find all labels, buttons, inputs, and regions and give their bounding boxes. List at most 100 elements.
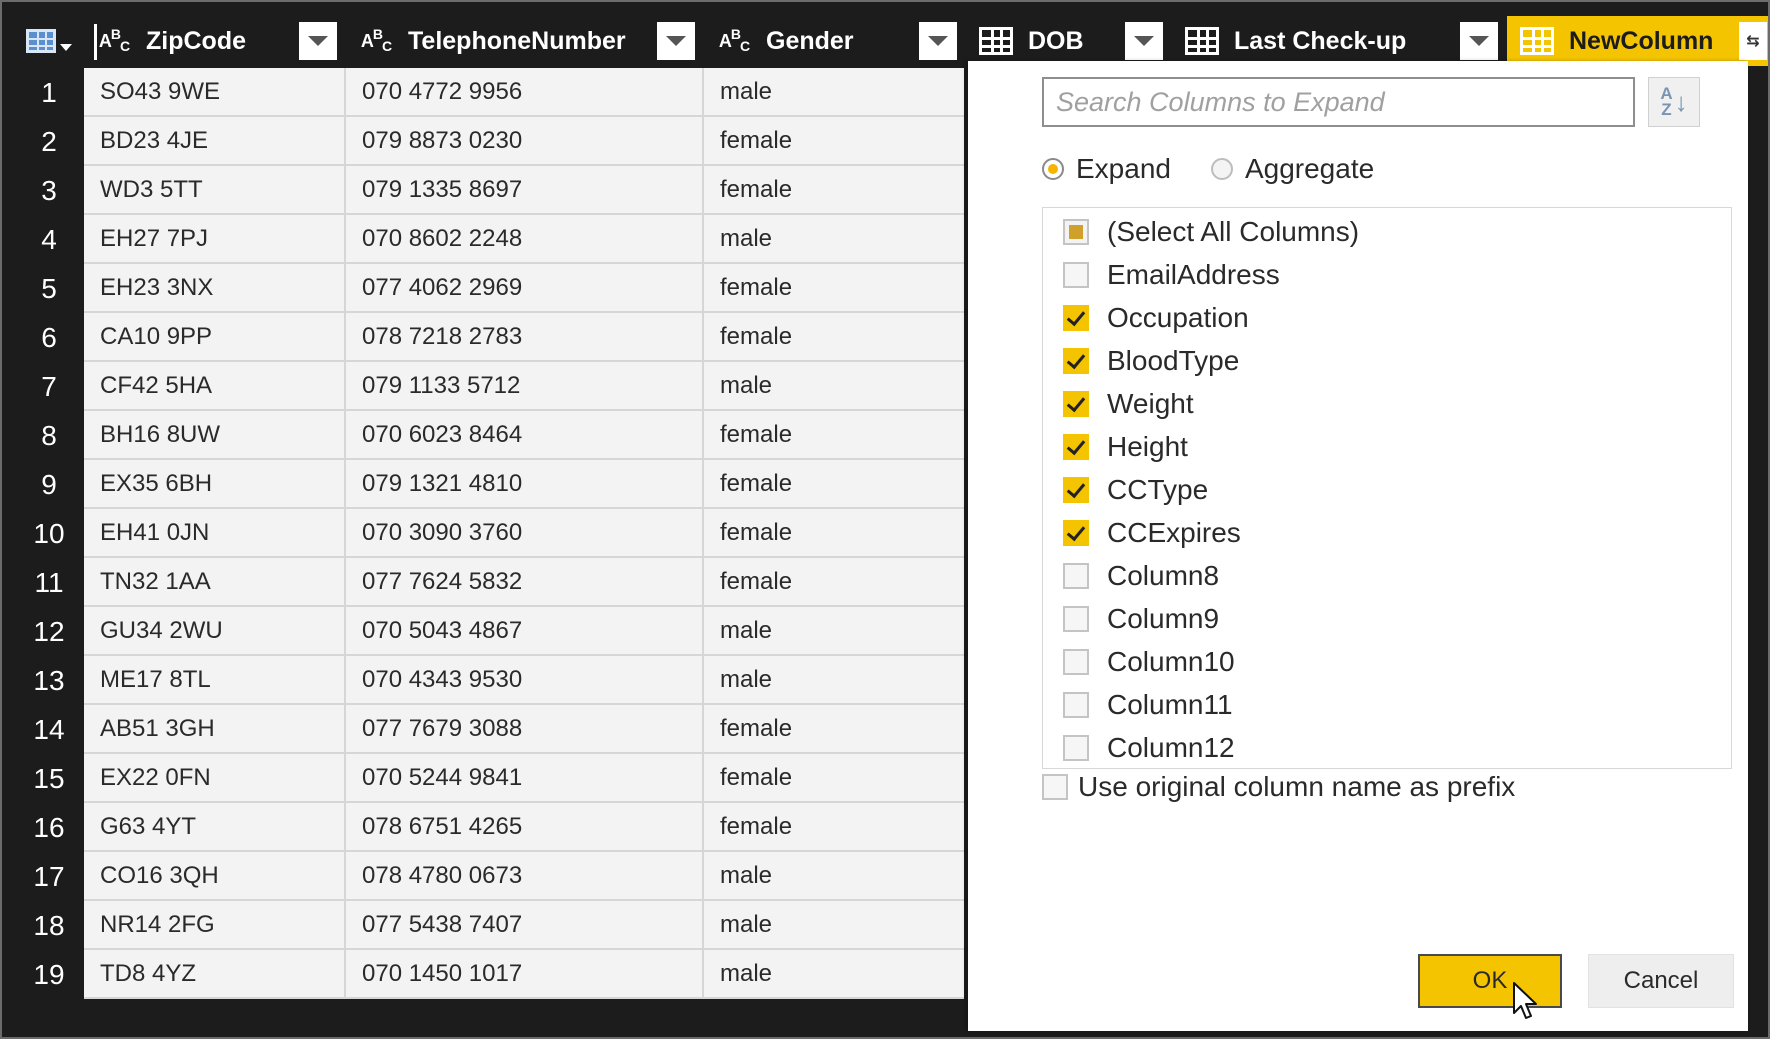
row-number[interactable]: 2 <box>14 117 84 166</box>
column-list-item[interactable]: BloodType <box>1063 341 1239 381</box>
column-list-item[interactable]: Weight <box>1063 384 1194 424</box>
row-number[interactable]: 11 <box>14 558 84 607</box>
column-checkbox[interactable] <box>1063 735 1089 761</box>
column-list-item[interactable]: Column10 <box>1063 642 1235 682</box>
gender-cell[interactable]: female <box>704 754 964 803</box>
expand-radio[interactable] <box>1042 158 1064 180</box>
column-list-item[interactable]: Column8 <box>1063 556 1219 596</box>
column-checkbox[interactable] <box>1063 219 1089 245</box>
table-menu-button[interactable] <box>14 16 84 66</box>
zipcode-cell[interactable]: BH16 8UW <box>84 411 346 460</box>
gender-cell[interactable]: female <box>704 313 964 362</box>
telephone-cell[interactable]: 079 1321 4810 <box>346 460 704 509</box>
zipcode-cell[interactable]: EH41 0JN <box>84 509 346 558</box>
row-number[interactable]: 1 <box>14 68 84 117</box>
zipcode-cell[interactable]: GU34 2WU <box>84 607 346 656</box>
zipcode-cell[interactable]: TD8 4YZ <box>84 950 346 999</box>
telephone-cell[interactable]: 077 7679 3088 <box>346 705 704 754</box>
telephone-cell[interactable]: 070 4772 9956 <box>346 68 704 117</box>
telephone-cell[interactable]: 077 7624 5832 <box>346 558 704 607</box>
gender-cell[interactable]: male <box>704 852 964 901</box>
column-checkbox[interactable] <box>1063 434 1089 460</box>
telephone-cell[interactable]: 077 4062 2969 <box>346 264 704 313</box>
aggregate-radio[interactable] <box>1210 158 1233 180</box>
column-list-item[interactable]: Column9 <box>1063 599 1219 639</box>
search-columns-input[interactable] <box>1042 77 1635 127</box>
telephone-cell[interactable]: 070 4343 9530 <box>346 656 704 705</box>
prefix-option[interactable]: Use original column name as prefix <box>1042 767 1515 807</box>
expand-radio-option[interactable]: Expand <box>1042 153 1171 185</box>
zipcode-cell[interactable]: WD3 5TT <box>84 166 346 215</box>
sort-ascending-button[interactable]: A Z ↓ <box>1648 77 1700 127</box>
row-number[interactable]: 3 <box>14 166 84 215</box>
filter-dropdown-button[interactable] <box>1125 22 1163 60</box>
column-checkbox[interactable] <box>1063 348 1089 374</box>
row-number[interactable]: 14 <box>14 705 84 754</box>
zipcode-cell[interactable]: TN32 1AA <box>84 558 346 607</box>
telephone-cell[interactable]: 079 8873 0230 <box>346 117 704 166</box>
gender-cell[interactable]: male <box>704 215 964 264</box>
telephone-cell[interactable]: 079 1133 5712 <box>346 362 704 411</box>
gender-cell[interactable]: male <box>704 656 964 705</box>
prefix-checkbox[interactable] <box>1042 774 1068 800</box>
gender-cell[interactable]: female <box>704 411 964 460</box>
zipcode-cell[interactable]: AB51 3GH <box>84 705 346 754</box>
zipcode-cell[interactable]: EH23 3NX <box>84 264 346 313</box>
telephone-cell[interactable]: 070 3090 3760 <box>346 509 704 558</box>
column-header-last-check-up[interactable]: Last Check-up <box>1172 16 1507 66</box>
gender-cell[interactable]: female <box>704 117 964 166</box>
telephone-cell[interactable]: 070 5043 4867 <box>346 607 704 656</box>
column-list-item[interactable]: Height <box>1063 427 1188 467</box>
zipcode-cell[interactable]: EX35 6BH <box>84 460 346 509</box>
filter-dropdown-button[interactable] <box>657 22 695 60</box>
gender-cell[interactable]: male <box>704 362 964 411</box>
filter-dropdown-button[interactable] <box>299 22 337 60</box>
gender-cell[interactable]: female <box>704 803 964 852</box>
gender-cell[interactable]: male <box>704 68 964 117</box>
column-checkbox[interactable] <box>1063 520 1089 546</box>
column-header-dob[interactable]: DOB <box>966 16 1172 66</box>
filter-dropdown-button[interactable] <box>919 22 957 60</box>
gender-cell[interactable]: male <box>704 607 964 656</box>
telephone-cell[interactable]: 070 8602 2248 <box>346 215 704 264</box>
column-header-telephonenumber[interactable]: ABC TelephoneNumber <box>346 16 704 66</box>
telephone-cell[interactable]: 077 5438 7407 <box>346 901 704 950</box>
zipcode-cell[interactable]: BD23 4JE <box>84 117 346 166</box>
telephone-cell[interactable]: 079 1335 8697 <box>346 166 704 215</box>
row-number[interactable]: 8 <box>14 411 84 460</box>
column-list-item[interactable]: CCExpires <box>1063 513 1241 553</box>
gender-cell[interactable]: female <box>704 558 964 607</box>
gender-cell[interactable]: female <box>704 264 964 313</box>
zipcode-cell[interactable]: CO16 3QH <box>84 852 346 901</box>
row-number[interactable]: 12 <box>14 607 84 656</box>
telephone-cell[interactable]: 078 4780 0673 <box>346 852 704 901</box>
column-list-item[interactable]: EmailAddress <box>1063 255 1280 295</box>
gender-cell[interactable]: female <box>704 705 964 754</box>
row-number[interactable]: 13 <box>14 656 84 705</box>
row-number[interactable]: 10 <box>14 509 84 558</box>
zipcode-cell[interactable]: G63 4YT <box>84 803 346 852</box>
column-checkbox[interactable] <box>1063 692 1089 718</box>
row-number[interactable]: 6 <box>14 313 84 362</box>
zipcode-cell[interactable]: CA10 9PP <box>84 313 346 362</box>
column-checkbox[interactable] <box>1063 649 1089 675</box>
row-number[interactable]: 19 <box>14 950 84 999</box>
gender-cell[interactable]: male <box>704 901 964 950</box>
column-list-item[interactable]: Occupation <box>1063 298 1249 338</box>
gender-cell[interactable]: female <box>704 509 964 558</box>
column-header-newcolumn[interactable]: NewColumn ⇆ <box>1507 16 1768 66</box>
row-number[interactable]: 5 <box>14 264 84 313</box>
zipcode-cell[interactable]: CF42 5HA <box>84 362 346 411</box>
aggregate-radio-option[interactable]: Aggregate <box>1210 153 1374 185</box>
column-header-gender[interactable]: ABC Gender <box>704 16 966 66</box>
expand-column-button[interactable]: ⇆ <box>1739 22 1767 60</box>
row-number[interactable]: 7 <box>14 362 84 411</box>
telephone-cell[interactable]: 078 6751 4265 <box>346 803 704 852</box>
column-list-item[interactable]: CCType <box>1063 470 1208 510</box>
row-number[interactable]: 18 <box>14 901 84 950</box>
zipcode-cell[interactable]: EX22 0FN <box>84 754 346 803</box>
filter-dropdown-button[interactable] <box>1460 22 1498 60</box>
column-header-zipcode[interactable]: ABC ZipCode <box>84 16 346 66</box>
column-checkbox[interactable] <box>1063 305 1089 331</box>
column-checkbox[interactable] <box>1063 606 1089 632</box>
